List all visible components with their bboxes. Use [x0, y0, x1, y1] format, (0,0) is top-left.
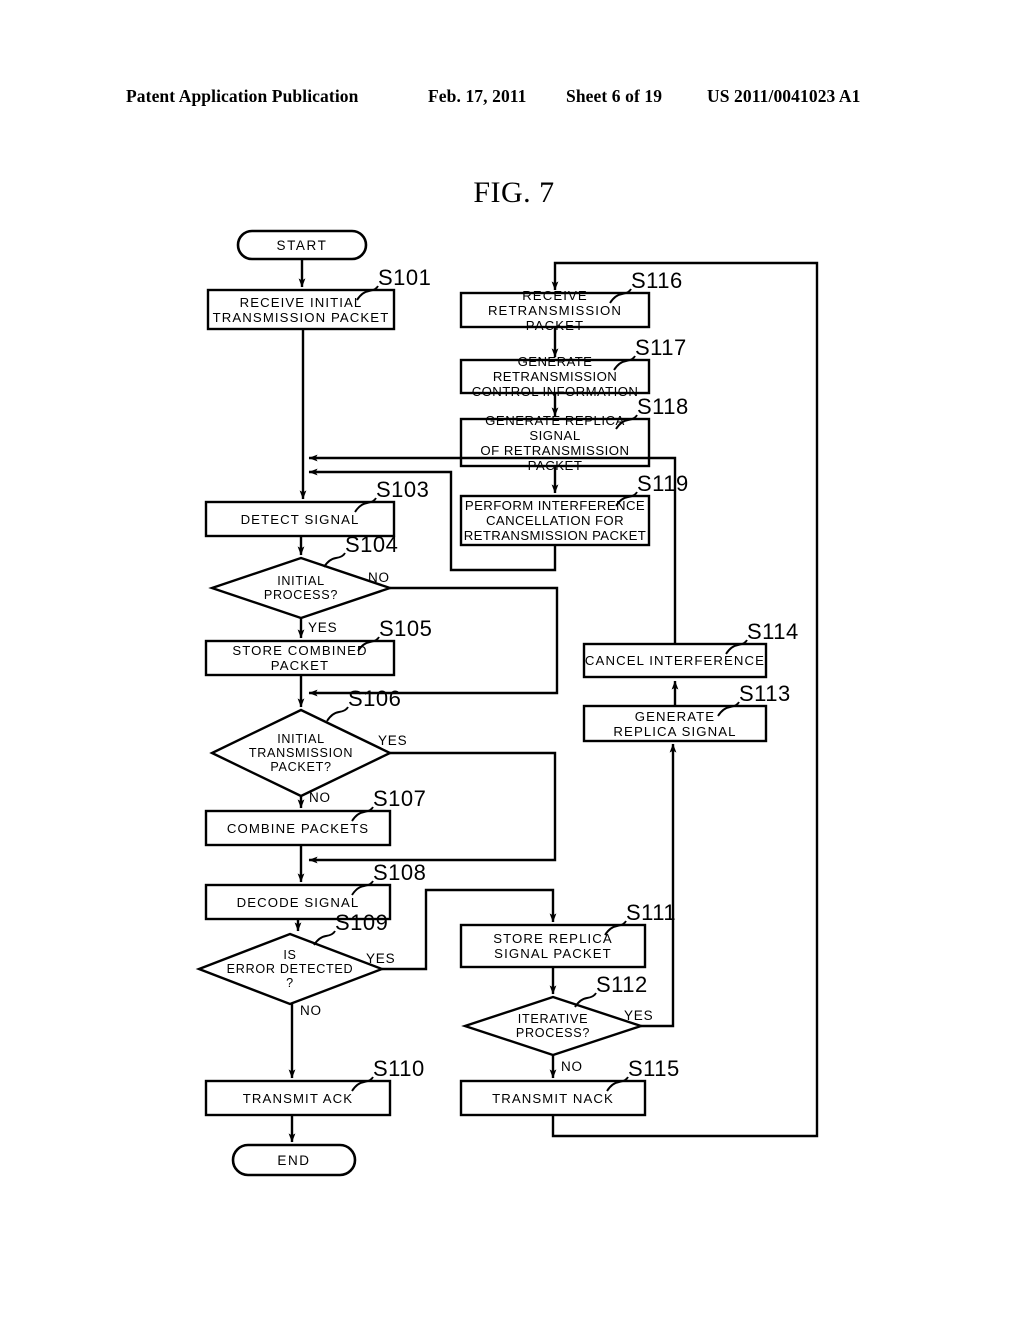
step-tag-s112: S112	[596, 972, 648, 997]
branch-s104-no: NO	[368, 570, 390, 585]
step-tag-s119: S119	[637, 471, 689, 496]
step-tag-s114: S114	[747, 619, 799, 644]
step-tag-s111: S111	[626, 900, 677, 925]
node-s112[interactable]: ITERATIVE PROCESS?	[484, 1004, 622, 1048]
node-s117[interactable]: GENERATE RETRANSMISSION CONTROL INFORMAT…	[459, 354, 651, 399]
branch-s112-yes: YES	[624, 1008, 654, 1023]
flowchart-diagram	[0, 0, 1024, 1320]
step-tag-s105: S105	[379, 616, 433, 641]
leader-s109	[313, 930, 336, 946]
step-tag-s110: S110	[373, 1056, 425, 1081]
node-s105[interactable]: STORE COMBINED PACKET	[206, 641, 394, 675]
step-tag-s107: S107	[373, 786, 427, 811]
step-tag-s101: S101	[378, 265, 432, 290]
node-s103[interactable]: DETECT SIGNAL	[206, 502, 394, 536]
step-tag-s103: S103	[376, 477, 430, 502]
node-s101[interactable]: RECEIVE INITIAL TRANSMISSION PACKET	[208, 290, 394, 329]
branch-s106-yes: YES	[378, 733, 408, 748]
node-s107[interactable]: COMBINE PACKETS	[206, 811, 390, 845]
step-tag-s109: S109	[335, 910, 389, 935]
step-tag-s108: S108	[373, 860, 427, 885]
step-tag-s118: S118	[637, 394, 689, 419]
branch-s112-no: NO	[561, 1059, 583, 1074]
node-s114[interactable]: CANCEL INTERFERENCE	[584, 644, 766, 677]
node-s118[interactable]: GENERATE REPLICA SIGNAL OF RETRANSMISSIO…	[459, 413, 651, 473]
node-s104[interactable]: INITIAL PROCESS?	[227, 566, 375, 610]
branch-s106-no: NO	[309, 790, 331, 805]
node-s106[interactable]: INITIAL TRANSMISSION PACKET?	[223, 729, 379, 777]
step-tag-s106: S106	[348, 686, 402, 711]
step-tag-s113: S113	[739, 681, 791, 706]
node-s119[interactable]: PERFORM INTERFERENCE CANCELLATION FOR RE…	[459, 496, 651, 545]
node-s110[interactable]: TRANSMIT ACK	[206, 1081, 390, 1115]
step-tag-s116: S116	[631, 268, 683, 293]
node-s113[interactable]: GENERATE REPLICA SIGNAL	[584, 706, 766, 741]
branch-s104-yes: YES	[308, 620, 338, 635]
node-s109[interactable]: IS ERROR DETECTED ?	[212, 946, 368, 992]
node-s111[interactable]: STORE REPLICA SIGNAL PACKET	[461, 925, 645, 967]
step-tag-s115: S115	[628, 1056, 680, 1081]
leader-s104	[323, 552, 346, 568]
node-start[interactable]: START	[238, 231, 366, 259]
node-s115[interactable]: TRANSMIT NACK	[461, 1081, 645, 1115]
branch-s109-no: NO	[300, 1003, 322, 1018]
step-tag-s104: S104	[345, 532, 399, 557]
leader-s106	[326, 706, 349, 722]
node-end[interactable]: END	[233, 1145, 355, 1175]
node-s116[interactable]: RECEIVE RETRANSMISSION PACKET	[461, 288, 649, 333]
branch-s109-yes: YES	[366, 951, 396, 966]
step-tag-s117: S117	[635, 335, 687, 360]
